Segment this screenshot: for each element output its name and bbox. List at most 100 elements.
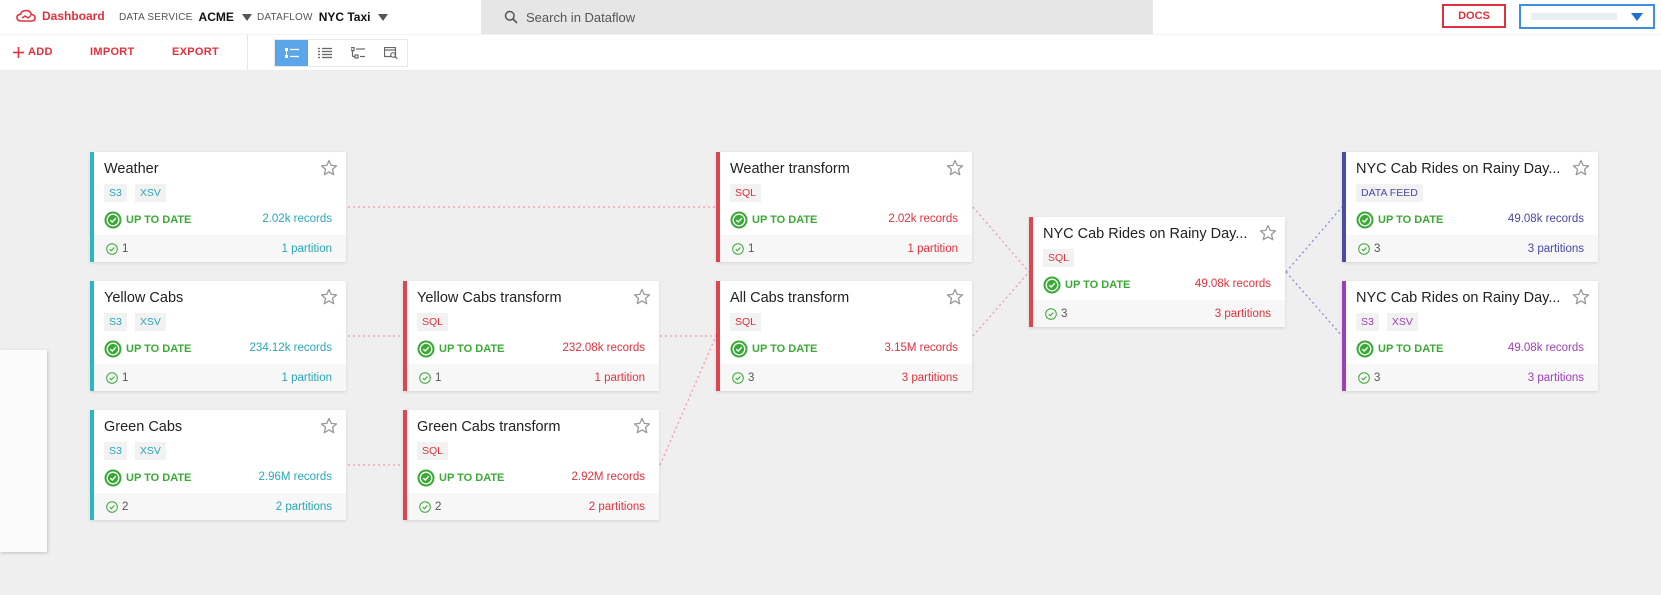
node-tags: S3 XSV	[104, 184, 166, 202]
node-count-value: 1	[122, 243, 129, 255]
docs-button[interactable]: DOCS	[1442, 4, 1506, 28]
node-tag: XSV	[1386, 313, 1418, 331]
star-icon[interactable]	[633, 288, 651, 306]
star-icon[interactable]	[946, 288, 964, 306]
node-rainy-day-feed[interactable]: NYC Cab Rides on Rainy Day... DATA FEED UP…	[1342, 152, 1598, 262]
node-partitions[interactable]: 3 partitions	[1528, 243, 1584, 255]
node-green-cabs-transform[interactable]: Green Cabs transform SQL UP TO DATE 2.92M r…	[403, 410, 659, 520]
edge-join-to-feed	[1285, 206, 1343, 273]
node-partitions[interactable]: 2 partitions	[276, 501, 332, 513]
list-view-icon	[317, 47, 332, 59]
check-circle-icon	[104, 211, 122, 229]
node-title[interactable]: Weather	[104, 161, 309, 177]
node-records: 3.15M records	[884, 342, 958, 354]
chevron-down-icon[interactable]	[241, 13, 252, 21]
graph-view-icon	[284, 48, 299, 58]
data-service-selector[interactable]: DATA SERVICE ACME	[119, 10, 252, 24]
node-partitions[interactable]: 3 partitions	[902, 372, 958, 384]
star-icon[interactable]	[946, 159, 964, 177]
node-green-cabs[interactable]: Green Cabs S3 XSV UP TO DATE 2.96M records 2 2…	[90, 410, 346, 520]
node-title[interactable]: NYC Cab Rides on Rainy Day...	[1356, 290, 1561, 306]
search-placeholder[interactable]: Search in Dataflow	[526, 10, 635, 25]
node-yellow-cabs[interactable]: Yellow Cabs S3 XSV UP TO DATE 234.12k record…	[90, 281, 346, 391]
side-panel[interactable]	[0, 350, 47, 552]
node-check-count: 2	[106, 501, 128, 513]
node-tags: SQL	[417, 442, 449, 460]
check-circle-outline-icon	[106, 501, 118, 513]
node-footer: 3 3 partitions	[1033, 300, 1285, 327]
node-all-cabs-transform[interactable]: All Cabs transform SQL UP TO DATE 3.15M rec…	[716, 281, 972, 391]
node-partitions[interactable]: 1 partition	[594, 372, 645, 384]
node-partitions[interactable]: 2 partitions	[589, 501, 645, 513]
import-button[interactable]: IMPORT	[90, 46, 135, 58]
star-icon[interactable]	[1572, 288, 1590, 306]
data-service-value[interactable]: ACME	[199, 10, 234, 24]
node-title[interactable]: Yellow Cabs	[104, 290, 309, 306]
node-title[interactable]: NYC Cab Rides on Rainy Day...	[1356, 161, 1561, 177]
check-circle-icon	[104, 469, 122, 487]
node-tags: S3 XSV	[1356, 313, 1418, 331]
search-input[interactable]: Search in Dataflow	[481, 0, 1153, 34]
view-switcher	[274, 39, 408, 67]
node-weather[interactable]: Weather S3 XSV UP TO DATE 2.02k records 1 1 pa…	[90, 152, 346, 262]
node-records: 2.92M records	[571, 471, 645, 483]
star-icon[interactable]	[320, 159, 338, 177]
export-button[interactable]: EXPORT	[172, 46, 219, 58]
dataflow-value[interactable]: NYC Taxi	[319, 10, 371, 24]
node-status-label: UP TO DATE	[439, 472, 505, 484]
node-partitions[interactable]: 1 partition	[281, 372, 332, 384]
tree-view-button[interactable]	[341, 40, 374, 66]
node-records: 49.08k records	[1194, 278, 1271, 290]
star-icon[interactable]	[633, 417, 651, 435]
node-title[interactable]: Green Cabs	[104, 419, 309, 435]
node-partitions[interactable]: 1 partition	[907, 243, 958, 255]
node-weather-transform[interactable]: Weather transform SQL UP TO DATE 2.02k reco…	[716, 152, 972, 262]
add-button[interactable]: ADD	[13, 46, 53, 58]
edge-green-transform-to-all-cabs	[659, 335, 717, 466]
node-partitions[interactable]: 1 partition	[281, 243, 332, 255]
node-rainy-day-join[interactable]: NYC Cab Rides on Rainy Day... SQL UP TO DA…	[1029, 217, 1285, 327]
node-tag: SQL	[1043, 249, 1075, 267]
graph-view-button[interactable]	[275, 40, 308, 66]
account-dropdown[interactable]	[1519, 4, 1655, 29]
node-title[interactable]: All Cabs transform	[730, 290, 935, 306]
plus-icon	[13, 46, 24, 58]
dataflow-selector[interactable]: DATAFLOW NYC Taxi	[257, 10, 389, 24]
star-icon[interactable]	[1572, 159, 1590, 177]
preview-view-icon	[383, 47, 398, 59]
node-count-value: 3	[1374, 243, 1381, 255]
node-partitions[interactable]: 3 partitions	[1215, 308, 1271, 320]
node-title[interactable]: Green Cabs transform	[417, 419, 622, 435]
node-title[interactable]: NYC Cab Rides on Rainy Day...	[1043, 226, 1248, 242]
check-circle-icon	[417, 340, 435, 358]
list-view-button[interactable]	[308, 40, 341, 66]
check-circle-outline-icon	[419, 501, 431, 513]
node-footer: 3 3 partitions	[1346, 364, 1598, 391]
edge-weather-transform-to-join	[972, 206, 1030, 273]
node-footer: 2 2 partitions	[407, 493, 659, 520]
add-label[interactable]: ADD	[28, 46, 53, 58]
dashboard-label[interactable]: Dashboard	[42, 9, 105, 23]
node-title[interactable]: Weather transform	[730, 161, 935, 177]
node-partitions[interactable]: 3 partitions	[1528, 372, 1584, 384]
star-icon[interactable]	[1259, 224, 1277, 242]
node-check-count: 3	[1045, 308, 1067, 320]
node-rainy-day-s3[interactable]: NYC Cab Rides on Rainy Day... S3 XSV UP TO …	[1342, 281, 1598, 391]
node-yellow-cabs-transform[interactable]: Yellow Cabs transform SQL UP TO DATE 232.08…	[403, 281, 659, 391]
node-tags: SQL	[1043, 249, 1075, 267]
check-circle-outline-icon	[419, 372, 431, 384]
node-tag: SQL	[730, 313, 762, 331]
star-icon[interactable]	[320, 288, 338, 306]
dashboard-link[interactable]: Dashboard	[16, 9, 105, 23]
preview-view-button[interactable]	[374, 40, 407, 66]
star-icon[interactable]	[320, 417, 338, 435]
node-status: UP TO DATE	[730, 211, 817, 229]
node-title[interactable]: Yellow Cabs transform	[417, 290, 622, 306]
node-tag: SQL	[730, 184, 762, 202]
toolbar: ADD IMPORT EXPORT	[0, 34, 1661, 70]
check-circle-icon	[730, 211, 748, 229]
node-count-value: 2	[435, 501, 442, 513]
chevron-down-icon[interactable]	[378, 13, 389, 21]
node-tag: S3	[1356, 313, 1379, 331]
chevron-down-icon[interactable]	[1631, 13, 1643, 21]
